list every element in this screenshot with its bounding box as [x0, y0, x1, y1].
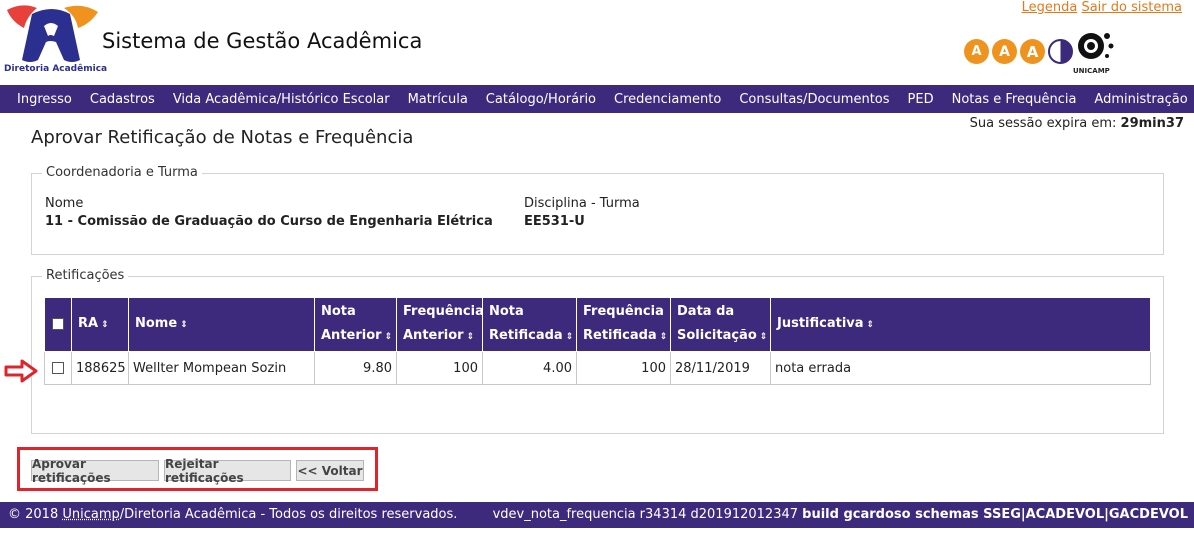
build-text: build gcardoso schemas SSEG|ACADEVOL|GAC… — [802, 507, 1188, 522]
sort-icon: ⇕ — [760, 332, 768, 342]
disciplina-label: Disciplina - Turma — [524, 196, 640, 211]
col-ra[interactable]: RA ⇕ — [72, 298, 129, 352]
logout-link[interactable]: Sair do sistema — [1081, 0, 1182, 15]
menu-ped[interactable]: PED — [899, 92, 943, 107]
session-timer: Sua sessão expira em: 29min37 — [970, 116, 1184, 131]
col-data-solicitacao[interactable]: Data da Solicitação ⇕ — [671, 298, 771, 352]
reject-button[interactable]: Rejeitar retificações — [164, 460, 291, 481]
unicamp-link[interactable]: Unicamp — [62, 507, 119, 522]
sort-icon: ⇕ — [101, 320, 109, 330]
row-select-cell — [45, 352, 72, 385]
footer: © 2018 Unicamp/Diretoria Acadêmica - Tod… — [0, 502, 1194, 528]
menu-administracao[interactable]: Administração — [1085, 92, 1194, 107]
red-arrow-annotation-icon — [4, 359, 38, 383]
sort-icon: ⇕ — [566, 332, 574, 342]
top-links: Legenda Sair do sistema — [1022, 0, 1182, 15]
back-button[interactable]: << Voltar — [296, 460, 364, 481]
col-nome[interactable]: Nome ⇕ — [129, 298, 315, 352]
font-size-medium-button[interactable]: A — [992, 39, 1017, 64]
page-title: Aprovar Retificação de Notas e Frequênci… — [31, 127, 413, 148]
header: Diretoria Acadêmica Sistema de Gestão Ac… — [0, 0, 1194, 85]
retificacoes-table: RA ⇕ Nome ⇕ Nota Anterior ⇕ Frequência Anteri… — [44, 297, 1151, 385]
disciplina-value: EE531-U — [524, 214, 585, 229]
version-text: vdev_nota_frequencia r34314 d20191201234… — [493, 507, 798, 522]
select-all-checkbox[interactable] — [52, 318, 64, 330]
cell-data-solicitacao: 28/11/2019 — [671, 352, 771, 385]
menu-matricula[interactable]: Matrícula — [399, 92, 477, 107]
sort-icon: ⇕ — [385, 332, 393, 342]
cell-nota-anterior: 9.80 — [315, 352, 397, 385]
accessibility-controls: A A A — [964, 39, 1073, 64]
coordenadoria-legend: Coordenadoria e Turma — [42, 165, 202, 180]
menu-catalogo-horario[interactable]: Catálogo/Horário — [477, 92, 605, 107]
contrast-toggle-icon[interactable] — [1048, 39, 1073, 64]
app-title: Sistema de Gestão Acadêmica — [102, 29, 422, 53]
menu-consultas-documentos[interactable]: Consultas/Documentos — [730, 92, 898, 107]
menu-credenciamento[interactable]: Credenciamento — [605, 92, 730, 107]
nome-label: Nome — [45, 196, 83, 211]
approve-button[interactable]: Aprovar retificações — [31, 460, 159, 481]
table-header-row: RA ⇕ Nome ⇕ Nota Anterior ⇕ Frequência Anteri… — [45, 298, 1151, 352]
logo-caption: Diretoria Acadêmica — [4, 64, 107, 74]
session-label: Sua sessão expira em: — [970, 116, 1117, 131]
cell-nota-retificada: 4.00 — [483, 352, 577, 385]
cell-ra: 188625 — [72, 352, 129, 385]
sort-icon: ⇕ — [660, 332, 668, 342]
menu-cadastros[interactable]: Cadastros — [81, 92, 164, 107]
retificacoes-legend: Retificações — [42, 268, 128, 283]
font-size-small-button[interactable]: A — [964, 39, 989, 64]
cell-frequencia-anterior: 100 — [397, 352, 483, 385]
col-frequencia-anterior[interactable]: Frequência Anterior ⇕ — [397, 298, 483, 352]
col-nota-anterior[interactable]: Nota Anterior ⇕ — [315, 298, 397, 352]
select-all-cell — [45, 298, 72, 352]
cell-justificativa: nota errada — [771, 352, 1151, 385]
sort-icon: ⇕ — [867, 320, 875, 330]
font-size-large-button[interactable]: A — [1020, 39, 1045, 64]
cell-frequencia-retificada: 100 — [577, 352, 671, 385]
menu-vida-academica[interactable]: Vida Acadêmica/Histórico Escolar — [164, 92, 399, 107]
version-info: vdev_nota_frequencia r34314 d20191201234… — [493, 507, 1188, 522]
copyright: © 2018 Unicamp/Diretoria Acadêmica - Tod… — [8, 507, 457, 522]
table-row: 188625 Wellter Mompean Sozin 9.80 100 4.… — [45, 352, 1151, 385]
cell-nome: Wellter Mompean Sozin — [129, 352, 315, 385]
col-justificativa[interactable]: Justificativa ⇕ — [771, 298, 1151, 352]
nome-value: 11 - Comissão de Graduação do Curso de E… — [45, 214, 493, 229]
session-value: 29min37 — [1121, 116, 1184, 131]
col-frequencia-retificada[interactable]: Frequência Retificada ⇕ — [577, 298, 671, 352]
menu-notas-frequencia[interactable]: Notas e Frequência — [943, 92, 1086, 107]
unicamp-caption: UNICAMP — [1073, 67, 1110, 75]
sort-icon: ⇕ — [180, 320, 188, 330]
legenda-link[interactable]: Legenda — [1022, 0, 1078, 15]
col-nota-retificada[interactable]: Nota Retificada ⇕ — [483, 298, 577, 352]
main-menu: Ingresso Cadastros Vida Acadêmica/Histór… — [0, 85, 1194, 113]
sort-icon: ⇕ — [467, 332, 475, 342]
row-checkbox[interactable] — [52, 362, 64, 374]
menu-ingresso[interactable]: Ingresso — [8, 92, 81, 107]
